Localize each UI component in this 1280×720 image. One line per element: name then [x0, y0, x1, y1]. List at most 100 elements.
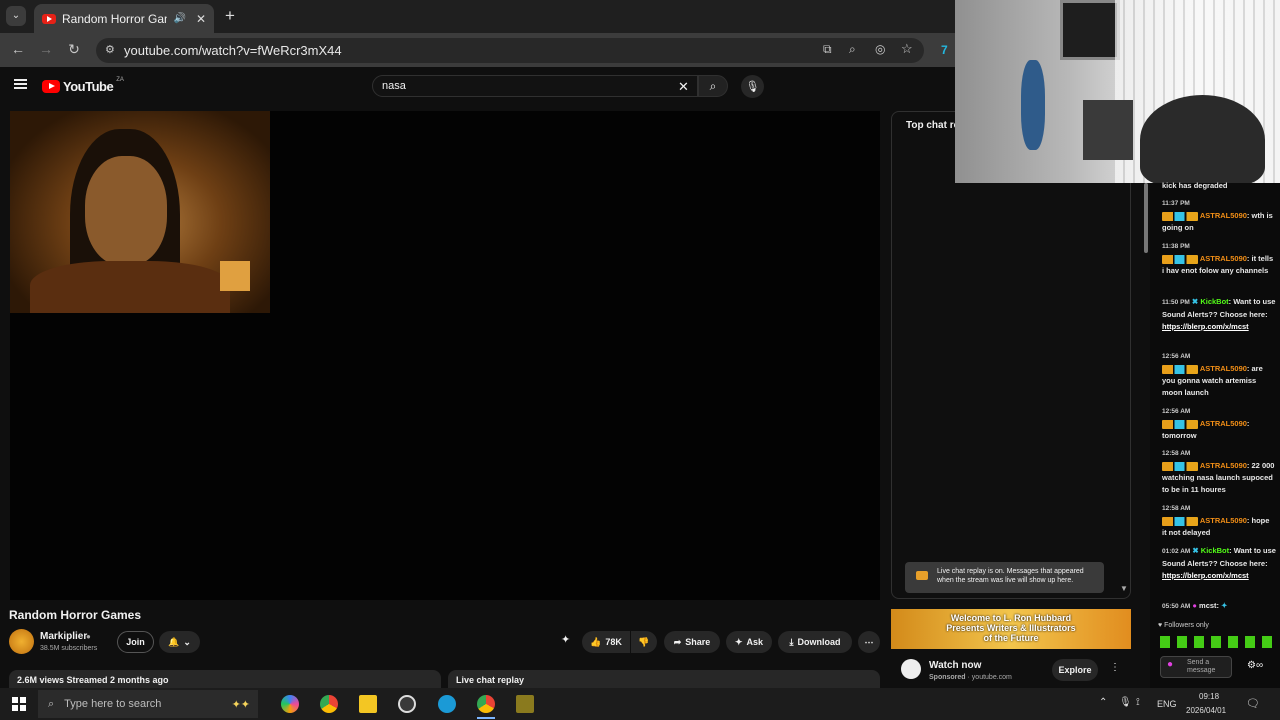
- tracking-protection-icon[interactable]: ◎: [875, 42, 885, 56]
- kick-username[interactable]: KickBot: [1200, 297, 1228, 306]
- kick-time: 05:50 AM: [1162, 603, 1191, 610]
- chrome-active-icon[interactable]: [477, 695, 495, 713]
- site-info-icon[interactable]: ⚙: [105, 43, 115, 56]
- obs-icon[interactable]: [398, 695, 416, 713]
- game-icon[interactable]: [516, 695, 534, 713]
- browser-tab-active[interactable]: Random Horror Games - Yo 🔊 ✕: [34, 4, 214, 33]
- chat-scroll-down-icon[interactable]: ▼: [1120, 584, 1128, 593]
- kick-link[interactable]: https://blerp.com/x/mcst: [1162, 571, 1249, 580]
- kick-send-message-input[interactable]: ● Send a message: [1160, 656, 1232, 678]
- download-button[interactable]: ⤓ Download: [778, 631, 852, 653]
- clear-search-icon[interactable]: ✕: [678, 79, 689, 95]
- kick-username[interactable]: ASTRAL5090: [1200, 364, 1247, 373]
- kick-username[interactable]: ASTRAL5090: [1200, 419, 1247, 428]
- kick-message-text: kick has degraded: [1162, 181, 1228, 190]
- copilot-icon[interactable]: [281, 695, 299, 713]
- chevron-down-icon: ⌄: [183, 636, 191, 647]
- youtube-notice-icon: [916, 571, 928, 580]
- channel-avatar[interactable]: [9, 629, 34, 654]
- verified-icon: ●: [86, 632, 91, 641]
- clock-date[interactable]: 2026/04/01: [1186, 706, 1226, 715]
- youtube-search-input[interactable]: nasa ✕: [372, 75, 698, 97]
- extension-icon[interactable]: 7: [941, 43, 948, 57]
- share-button[interactable]: ➦ Share: [664, 631, 720, 653]
- sub-badge-icon: ●: [1192, 601, 1197, 610]
- forward-icon[interactable]: →: [36, 41, 56, 57]
- microphone-icon[interactable]: 🎙: [741, 75, 764, 98]
- taskbar-search-input[interactable]: ⌕ Type here to search ✦✦: [38, 690, 258, 718]
- ad-explore-button[interactable]: Explore: [1052, 659, 1098, 681]
- search-icon[interactable]: ⌕: [698, 75, 728, 97]
- emote-picker-icon[interactable]: ●: [1167, 660, 1173, 670]
- new-tab-button[interactable]: +: [225, 6, 235, 26]
- subscriber-count: 38.5M subscribers: [40, 645, 98, 652]
- share-label: Share: [685, 637, 711, 647]
- zoom-icon[interactable]: ⌕: [849, 42, 856, 57]
- ad-sponsored-line: Sponsored · youtube.com: [929, 674, 1012, 681]
- youtube-logo[interactable]: YouTube ZA: [42, 77, 124, 94]
- replay-notice-text: Live chat replay is on. Messages that ap…: [937, 568, 1084, 584]
- kick-chat-scrollbar[interactable]: [1144, 183, 1148, 253]
- tray-network-icon[interactable]: ⟟: [1136, 697, 1140, 708]
- youtube-play-icon: [42, 80, 60, 93]
- join-button[interactable]: Join: [117, 631, 154, 653]
- kick-message: 01:02 AM ✖ KickBot: Want to use Sound Al…: [1162, 546, 1276, 580]
- kick-username[interactable]: ASTRAL5090: [1200, 254, 1247, 263]
- youtube-favicon-icon: [42, 13, 56, 24]
- ad-sponsored-label: Sponsored: [929, 674, 966, 681]
- bookmark-star-icon[interactable]: ☆: [901, 41, 913, 57]
- kick-time: 11:50 PM: [1162, 299, 1190, 306]
- reload-icon[interactable]: ↻: [64, 41, 84, 58]
- address-bar[interactable]: ⚙ youtube.com/watch?v=fWeRcr3mX44 ⧉ ⌕ ◎ …: [96, 38, 924, 63]
- kick-link[interactable]: https://blerp.com/x/mcst: [1162, 322, 1249, 331]
- kick-username[interactable]: ASTRAL5090: [1200, 211, 1247, 220]
- chat-replay-tab-label: Live chat replay: [456, 675, 525, 685]
- kick-chat-settings-icon[interactable]: ⚙∞: [1247, 660, 1263, 671]
- send-placeholder: Send a message: [1187, 659, 1216, 674]
- kick-message: 11:38 PM ASTRAL5090: it tells i hav enot…: [1162, 241, 1276, 277]
- kick-username[interactable]: KickBot: [1201, 546, 1229, 555]
- dislike-button[interactable]: 👎: [631, 631, 657, 653]
- ad-line-3: of the Future: [983, 633, 1039, 643]
- tray-mic-icon[interactable]: 🎙: [1119, 697, 1132, 708]
- kick-username[interactable]: ASTRAL5090: [1200, 516, 1247, 525]
- like-button[interactable]: 👍 78K: [582, 631, 630, 653]
- description-box[interactable]: 2.6M views Streamed 2 months ago: [9, 670, 441, 690]
- kick-message: 12:58 AM ASTRAL5090: 22 000 watching nas…: [1162, 450, 1275, 494]
- close-tab-icon[interactable]: ✕: [196, 12, 206, 26]
- download-icon: ⤓: [789, 636, 794, 647]
- badge-icons: [1162, 254, 1198, 264]
- tab-list-button[interactable]: ⌄: [6, 6, 26, 26]
- menu-hamburger-icon[interactable]: [14, 79, 27, 89]
- ad-cta-text[interactable]: Watch now: [929, 660, 981, 671]
- tray-chevron-icon[interactable]: ⌃: [1099, 697, 1107, 708]
- kick-message-text: tomorrow: [1162, 431, 1197, 440]
- ad-avatar[interactable]: [901, 659, 921, 679]
- channel-name[interactable]: Markiplier: [40, 631, 87, 642]
- file-explorer-icon[interactable]: [359, 695, 377, 713]
- kick-time: 12:56 AM: [1162, 353, 1191, 360]
- language-indicator[interactable]: ENG: [1157, 699, 1177, 709]
- chrome-icon[interactable]: [320, 695, 338, 713]
- subscribed-bell-button[interactable]: 🔔 ⌄: [159, 631, 200, 653]
- clock-time[interactable]: 09:18: [1199, 692, 1219, 701]
- live-chat-replay-tab[interactable]: Live chat replay: [448, 670, 880, 690]
- notifications-icon[interactable]: 🗨: [1246, 697, 1260, 710]
- ad-banner-image[interactable]: Welcome to L. Ron Hubbard Presents Write…: [891, 609, 1131, 649]
- back-icon[interactable]: ←: [8, 41, 28, 57]
- kick-username[interactable]: mcst: [1199, 601, 1217, 610]
- magic-icon[interactable]: ✦: [561, 633, 570, 646]
- audio-playing-icon[interactable]: 🔊: [173, 13, 185, 24]
- snipping-tool-icon[interactable]: [438, 695, 456, 713]
- install-app-icon[interactable]: ⧉: [823, 42, 832, 57]
- ask-label: Ask: [746, 637, 764, 647]
- video-title: Random Horror Games: [9, 608, 142, 622]
- kick-username[interactable]: ASTRAL5090: [1200, 461, 1247, 470]
- more-actions-button[interactable]: ⋯: [858, 631, 880, 653]
- ask-button[interactable]: ✦ Ask: [726, 631, 772, 653]
- chat-mode-dropdown[interactable]: Top chat re: [906, 120, 959, 131]
- emote-bar[interactable]: [1160, 636, 1276, 648]
- ad-more-icon[interactable]: ⋮: [1110, 662, 1120, 673]
- windows-start-icon[interactable]: [12, 697, 26, 711]
- thumbs-up-icon: 👍: [590, 636, 602, 647]
